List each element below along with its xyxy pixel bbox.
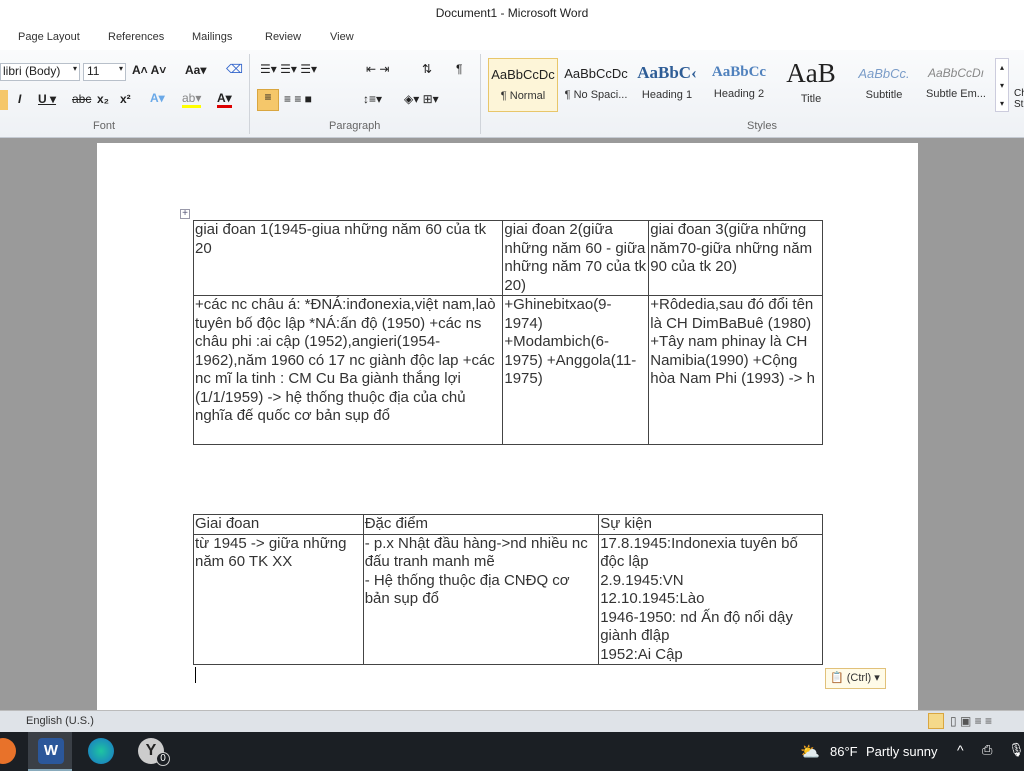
style-label: ¶ No Spaci... bbox=[564, 89, 628, 101]
style-no-spacing[interactable]: AaBbCcDc ¶ No Spaci... bbox=[561, 58, 631, 112]
font-name-select[interactable]: libri (Body) ▾ bbox=[0, 63, 80, 81]
style-preview: AaBbC‹ bbox=[637, 63, 697, 82]
notification-badge: 0 bbox=[156, 752, 170, 766]
font-color-icon[interactable]: A▾ bbox=[217, 91, 232, 108]
tray-chevron-icon[interactable]: ^ bbox=[957, 742, 964, 758]
weather-text[interactable]: Partly sunny bbox=[866, 744, 938, 759]
strikethrough-button[interactable]: abc bbox=[72, 92, 91, 106]
change-styles-button[interactable]: Ch St bbox=[1014, 88, 1024, 110]
style-label: Subtitle bbox=[865, 89, 903, 101]
table-cell[interactable]: 17.8.1945:Indonexia tuyên bố độc lập 2.9… bbox=[598, 533, 823, 665]
style-label: ¶ Normal bbox=[500, 90, 546, 102]
highlight-icon[interactable]: ab▾ bbox=[182, 91, 202, 108]
view-buttons[interactable]: ▯ ▣ ≡ ≡ bbox=[950, 714, 992, 728]
header-cell[interactable]: Giai đoan bbox=[193, 514, 364, 535]
text-cursor bbox=[195, 667, 196, 683]
ribbon: libri (Body) ▾ 11 ▾ A˄ A˅ Aa▾ ⌫ I U ▾ abc… bbox=[0, 50, 1024, 138]
table-cell[interactable]: từ 1945 -> giữa những năm 60 TK XX bbox=[193, 533, 364, 665]
style-label: Subtle Em... bbox=[926, 88, 986, 100]
font-size-value: 11 bbox=[87, 64, 100, 78]
table-cell[interactable]: +các nc châu á: *ĐNÁ:inđonexia,việt nam,… bbox=[192, 295, 504, 445]
style-preview: AaBbCc bbox=[711, 64, 767, 80]
style-label: Heading 2 bbox=[713, 88, 765, 100]
document-page[interactable]: + giai đoan 1(1945-giua những năm 60 của… bbox=[97, 143, 918, 710]
style-subtitle[interactable]: AaBbCc. Subtitle bbox=[849, 58, 919, 112]
word-taskbar-button[interactable]: W bbox=[28, 732, 72, 771]
align-buttons[interactable]: ≡ ≡ ■ bbox=[284, 92, 312, 106]
styles-group-label: Styles bbox=[747, 120, 777, 132]
bold-button[interactable] bbox=[0, 90, 8, 110]
pilcrow-icon[interactable]: ¶ bbox=[456, 62, 462, 76]
tab-references[interactable]: References bbox=[108, 31, 164, 43]
ribbon-tabs: Page Layout References Mailings Review V… bbox=[0, 28, 1024, 50]
font-size-select[interactable]: 11 ▾ bbox=[83, 63, 126, 81]
style-normal[interactable]: AaBbCcDc ¶ Normal bbox=[488, 58, 558, 112]
style-preview: AaBbCcDc bbox=[491, 67, 555, 82]
table-move-handle-icon[interactable]: + bbox=[180, 209, 190, 219]
table-periods[interactable]: giai đoan 1(1945-giua những năm 60 của t… bbox=[192, 220, 823, 445]
style-heading-1[interactable]: AaBbC‹ Heading 1 bbox=[632, 58, 702, 112]
table-cell[interactable]: - p.x Nhật đầu hàng->nd nhiều nc đấu tra… bbox=[362, 533, 600, 665]
style-title[interactable]: AaB Title bbox=[776, 58, 846, 112]
superscript-button[interactable]: x² bbox=[120, 92, 131, 106]
header-cell[interactable]: Đặc điểm bbox=[362, 514, 600, 535]
grow-font-icon[interactable]: A˄ A˅ bbox=[132, 63, 166, 77]
style-preview: AaBbCc. bbox=[858, 66, 910, 81]
chrome-icon[interactable] bbox=[0, 738, 16, 764]
tab-page-layout[interactable]: Page Layout bbox=[18, 31, 80, 43]
print-layout-view-icon[interactable] bbox=[928, 713, 944, 729]
tab-review[interactable]: Review bbox=[265, 31, 301, 43]
table-summary[interactable]: Giai đoan Đặc điểm Sự kiện từ 1945 -> giữa… bbox=[193, 514, 823, 665]
bullets-icon[interactable]: ☰▾ ☰▾ ☰▾ bbox=[260, 62, 317, 76]
indent-icon[interactable]: ⇤ ⇥ bbox=[366, 62, 389, 76]
weather-temp[interactable]: 86°F bbox=[830, 744, 858, 759]
window-title: Document1 - Microsoft Word bbox=[0, 0, 1024, 28]
table-cell[interactable]: giai đoan 3(giữa những năm70-giữa những … bbox=[648, 220, 823, 296]
language-status[interactable]: English (U.S.) bbox=[26, 715, 94, 727]
meet-now-icon[interactable]: ⎙ bbox=[982, 742, 992, 758]
edge-icon[interactable] bbox=[88, 738, 114, 764]
italic-button[interactable]: I bbox=[18, 92, 21, 106]
tab-view[interactable]: View bbox=[330, 31, 354, 43]
style-label: Heading 1 bbox=[641, 89, 693, 101]
style-label: Title bbox=[800, 93, 822, 105]
status-bar: English (U.S.) ▯ ▣ ≡ ≡ bbox=[0, 710, 1024, 732]
shading-icon[interactable]: ◈▾ ⊞▾ bbox=[404, 92, 439, 106]
line-spacing-icon[interactable]: ↕≡▾ bbox=[363, 92, 382, 106]
style-preview: AaBbCcDı bbox=[927, 66, 985, 80]
underline-button[interactable]: U ▾ bbox=[38, 92, 56, 106]
weather-icon[interactable]: ⛅ bbox=[800, 742, 820, 762]
paste-options-button[interactable]: 📋 (Ctrl) ▾ bbox=[825, 668, 886, 689]
table-cell[interactable]: +Rôdedia,sau đó đổi tên là CH DimBaBuê (… bbox=[648, 295, 823, 445]
style-heading-2[interactable]: AaBbCc Heading 2 bbox=[704, 58, 774, 112]
header-cell[interactable]: Sự kiện bbox=[598, 514, 823, 535]
style-preview: AaB bbox=[786, 58, 836, 88]
table-cell[interactable]: +Ghinebitxao(9-1974) +Modambich(6-1975) … bbox=[502, 295, 650, 445]
table-cell[interactable]: giai đoan 2(giữa những năm 60 - giữa nhữ… bbox=[502, 220, 650, 296]
clear-format-icon[interactable]: ⌫ bbox=[226, 62, 243, 76]
font-group-label: Font bbox=[93, 120, 116, 132]
word-icon: W bbox=[38, 738, 64, 764]
text-effects-icon[interactable]: A▾ bbox=[150, 91, 165, 105]
table-cell[interactable]: giai đoan 1(1945-giua những năm 60 của t… bbox=[192, 220, 504, 296]
align-left-button[interactable]: ≡ bbox=[257, 89, 279, 111]
paste-options-label: (Ctrl) bbox=[846, 672, 872, 684]
styles-scroll[interactable]: ▴ ▾ ▾ bbox=[995, 58, 1009, 112]
subscript-button[interactable]: x₂ bbox=[97, 92, 109, 106]
paragraph-group-label: Paragraph bbox=[329, 120, 381, 132]
clipboard-icon: 📋 bbox=[830, 672, 844, 684]
tab-mailings[interactable]: Mailings bbox=[192, 31, 232, 43]
change-case-icon[interactable]: Aa▾ bbox=[185, 63, 206, 77]
style-subtle-emphasis[interactable]: AaBbCcDı Subtle Em... bbox=[921, 58, 991, 112]
font-name-value: libri (Body) bbox=[3, 64, 61, 78]
style-preview: AaBbCcDc bbox=[564, 66, 628, 81]
sort-icon[interactable]: ⇅ bbox=[422, 62, 432, 76]
taskbar: W Y 0 ⛅ 86°F Partly sunny ^ ⎙ 🎙 bbox=[0, 732, 1024, 771]
microphone-icon[interactable]: 🎙 bbox=[1008, 742, 1024, 758]
